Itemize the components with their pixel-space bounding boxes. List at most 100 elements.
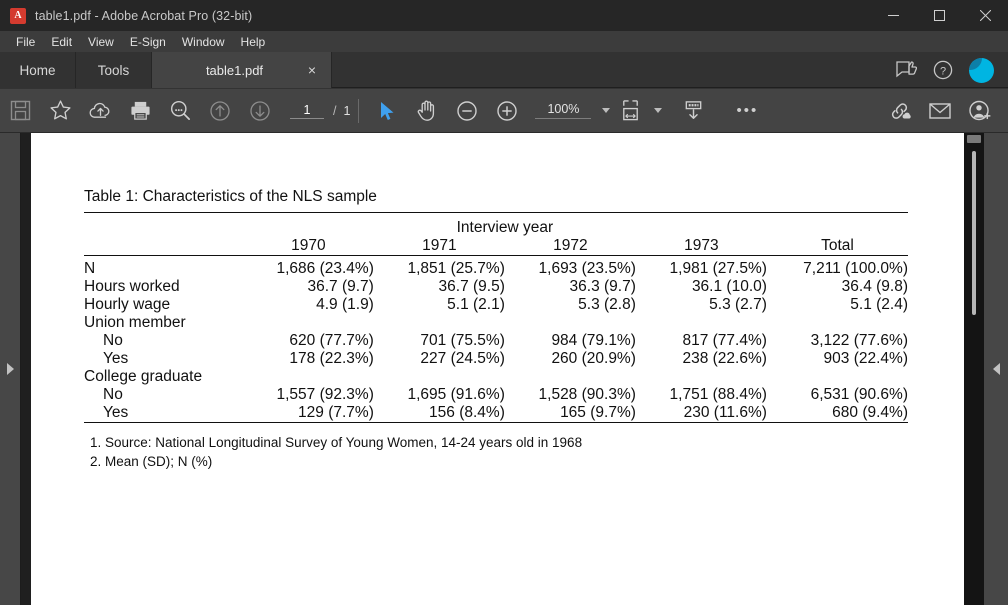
close-icon[interactable]: × [303,61,321,79]
row-label: Yes [103,350,129,367]
row-value-1973 [636,368,767,386]
row-value-1972: 1,528 (90.3%) [538,386,636,403]
row-value-1970 [243,314,374,332]
tab-document-table1[interactable]: table1.pdf × [152,52,332,88]
add-user-icon[interactable] [960,89,1000,133]
table-column-header-row: 1970 1971 1972 1973 Total [84,237,908,256]
row-value-total [767,368,908,386]
print-icon[interactable] [120,89,160,133]
save-icon[interactable] [0,89,40,133]
row-value-1972: 1,693 (23.5%) [538,260,636,277]
span-header-spacer [84,219,243,237]
table-row: No 1,557 (92.3%) 1,695 (91.6%) 1,528 (90… [84,386,908,404]
tab-tools[interactable]: Tools [76,52,152,88]
account-avatar[interactable] [969,57,994,83]
help-icon[interactable]: ? [933,60,953,80]
row-label: Hours worked [84,278,180,295]
row-value-1970: 1,557 (92.3%) [276,386,374,403]
vertical-scrollbar[interactable] [964,133,984,605]
left-panel-toggle[interactable] [0,133,21,605]
row-value-1972 [505,314,636,332]
menu-window[interactable]: Window [174,33,233,51]
row-value-1970: 620 (77.7%) [289,332,374,349]
minimize-button[interactable] [870,0,916,31]
more-tools-button[interactable]: ••• [727,89,767,133]
share-link-icon[interactable] [880,89,920,133]
document-viewer: Table 1: Characteristics of the NLS samp… [0,133,1008,605]
column-header-1972: 1972 [553,236,588,254]
span-header-interview-year: Interview year [456,218,554,236]
menu-view[interactable]: View [80,33,122,51]
find-text-icon[interactable] [160,89,200,133]
fit-page-icon[interactable] [613,89,647,133]
column-header-blank [84,237,243,256]
row-value-1970 [243,368,374,386]
page-navigation: 1 / 1 [290,103,350,119]
menu-bar: File Edit View E-Sign Window Help [0,31,1008,52]
row-value-1971 [374,314,505,332]
row-value-1972: 5.3 (2.8) [578,296,636,313]
row-value-1973: 1,751 (88.4%) [669,386,767,403]
hand-tool-icon[interactable] [407,89,447,133]
acrobat-window: A table1.pdf - Adobe Acrobat Pro (32-bit… [0,0,1008,605]
row-value-1970: 36.7 (9.7) [307,278,374,295]
row-value-1972: 260 (20.9%) [551,350,636,367]
chevron-down-icon[interactable] [602,108,611,113]
zoom-level-value[interactable]: 100% [535,102,592,119]
pdf-page[interactable]: Table 1: Characteristics of the NLS samp… [31,133,964,605]
close-button[interactable] [962,0,1008,31]
table-row: No 620 (77.7%) 701 (75.5%) 984 (79.1%) 8… [84,332,908,350]
maximize-button[interactable] [916,0,962,31]
row-label: No [103,386,123,403]
right-panel-toggle[interactable] [984,133,1008,605]
row-value-1970: 4.9 (1.9) [316,296,374,313]
row-value-total: 36.4 (9.8) [841,278,908,295]
row-value-1971: 227 (24.5%) [420,350,505,367]
span-header-spacer-right [767,219,908,237]
tab-home[interactable]: Home [0,52,76,88]
row-value-total: 7,211 (100.0%) [803,260,908,277]
scroll-mode-icon[interactable] [673,89,713,133]
table-row: Yes 129 (7.7%) 156 (8.4%) 165 (9.7%) 230… [84,404,908,423]
select-cursor-icon[interactable] [367,89,407,133]
main-toolbar: 1 / 1 100% ••• [0,89,1008,133]
menu-esign[interactable]: E-Sign [122,33,174,51]
feedback-icon[interactable] [896,60,917,80]
add-to-favorites-icon[interactable] [40,89,80,133]
column-header-total: Total [821,236,854,254]
email-icon[interactable] [920,89,960,133]
svg-text:?: ? [940,65,946,77]
tab-strip-actions: ? [896,52,1008,88]
row-value-1970: 1,686 (23.4%) [276,260,374,277]
menu-edit[interactable]: Edit [43,33,80,51]
menu-file[interactable]: File [8,33,43,51]
scrollbar-up-button[interactable] [967,135,981,143]
tab-document-label: table1.pdf [205,62,264,78]
fit-options-chevron-down-icon[interactable] [654,108,663,113]
zoom-in-icon[interactable] [487,89,527,133]
row-value-1972: 36.3 (9.7) [569,278,636,295]
row-value-1971: 1,695 (91.6%) [407,386,505,403]
row-value-total: 6,531 (90.6%) [810,386,908,403]
row-value-1973: 230 (11.6%) [683,404,767,421]
zoom-control: 100% [535,102,613,119]
page-separator: / [333,103,337,118]
row-label: No [103,332,123,349]
table-span-header-row: Interview year [84,219,908,237]
row-value-1971: 701 (75.5%) [420,332,505,349]
next-page-icon[interactable] [240,89,280,133]
zoom-out-icon[interactable] [447,89,487,133]
row-value-total: 903 (22.4%) [823,350,908,367]
page-number-input[interactable]: 1 [290,103,324,119]
row-value-1971: 156 (8.4%) [429,404,505,421]
upload-to-cloud-icon[interactable] [80,89,120,133]
row-value-1972: 984 (79.1%) [551,332,636,349]
page-total: 1 [343,103,351,118]
row-value-1973: 238 (22.6%) [682,350,767,367]
scrollbar-thumb[interactable] [972,151,976,315]
menu-help[interactable]: Help [233,33,274,51]
row-value-1970: 178 (22.3%) [289,350,374,367]
acrobat-app-icon: A [10,7,26,24]
window-title: table1.pdf - Adobe Acrobat Pro (32-bit) [35,8,253,23]
previous-page-icon[interactable] [200,89,240,133]
